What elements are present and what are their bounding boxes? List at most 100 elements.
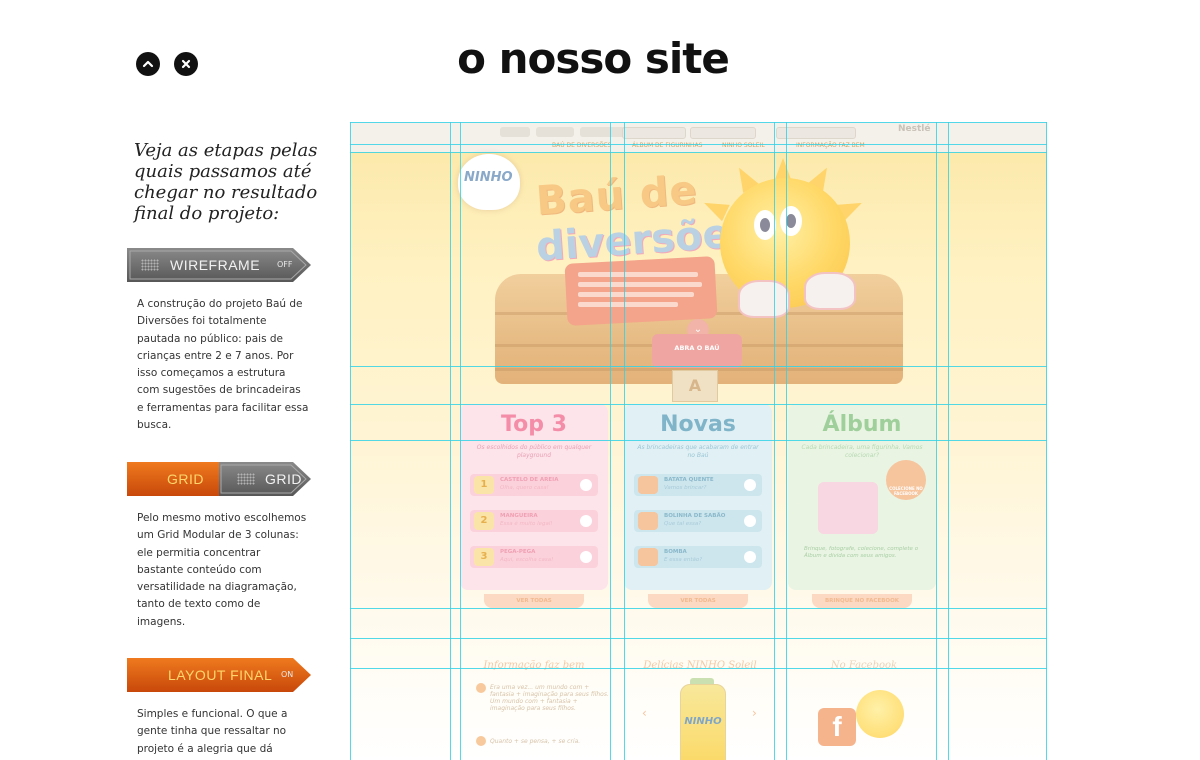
preview-link (500, 127, 530, 137)
rank-icon: 1 (474, 476, 494, 494)
preview-hero-title: Baú de (534, 167, 700, 225)
layout-final-label: LAYOUT FINAL (168, 667, 273, 683)
card-row: 2 MANGUEIRA Essa é muito legal! (470, 510, 598, 532)
card-row-note: Vamos brincar? (664, 485, 707, 491)
preview-article: Quanto + se pensa, + se cria. (490, 738, 581, 745)
preview-nav-item: ÁLBUM DE FIGURINHAS (632, 142, 703, 149)
grip-icon (141, 259, 159, 271)
sun-pupil (760, 218, 770, 232)
preview-nav-item: BAÚ DE DIVERSÕES (552, 142, 612, 149)
preview-card-top3: Top 3 Os escolhidos do público em qualqu… (460, 404, 608, 608)
card-row: 1 CASTELO DE AREIA Olha, quero casa! (470, 474, 598, 496)
bubble-text-line (578, 292, 694, 297)
card-row: BOMBA E essa então? (634, 546, 762, 568)
chevron-right-icon (744, 515, 756, 527)
chevron-right-icon (744, 551, 756, 563)
card-row-note: E essa então? (664, 557, 703, 563)
sun-pupil (786, 214, 796, 228)
grid-line-horizontal (350, 366, 1047, 367)
card-row-title: PEGA-PEGA (500, 549, 536, 555)
preview-sun-small (856, 690, 904, 738)
layout-final-toggle[interactable]: LAYOUT FINAL ON (127, 658, 311, 692)
mascot-shoe (738, 280, 790, 318)
bubble-text-line (578, 272, 698, 277)
game-icon (638, 548, 658, 566)
facebook-badge-label: COLECIONE NO FACEBOOK (889, 486, 923, 496)
preview-speech-bubble (564, 256, 718, 326)
card-row-title: BOLINHA DE SABÃO (664, 513, 726, 519)
card-row: 3 PEGA-PEGA Aqui, escolha casa! (470, 546, 598, 568)
grid-description: Pelo mesmo motivo escolhemos um Grid Mod… (137, 512, 307, 628)
preview-section-title: Delícias NINHO Soleil (643, 660, 757, 671)
album-description: Brinque, fotografe, colecione, complete … (804, 546, 919, 559)
preview-select (690, 127, 756, 139)
grid-line-horizontal (350, 440, 1047, 441)
preview-nav-item: NINHO SOLEIL (722, 142, 765, 149)
grid-line-vertical (610, 122, 611, 760)
grid-line-horizontal (350, 668, 1047, 669)
grid-line-vertical (624, 122, 625, 760)
card-subtitle: Cada brincadeira, uma figurinha. Vamos c… (801, 444, 923, 459)
card-row-title: MANGUEIRA (500, 513, 538, 519)
preview-section-title: Informação faz bem (483, 660, 585, 671)
preview-card-album: Álbum Cada brincadeira, uma figurinha. V… (788, 404, 936, 608)
facebook-icon: f (818, 708, 856, 746)
wireframe-label: WIREFRAME (170, 257, 261, 273)
grid-line-vertical (1046, 122, 1047, 760)
grid-line-horizontal (350, 404, 1047, 405)
card-row-title: BATATA QUENTE (664, 477, 714, 483)
chevron-right-icon (744, 479, 756, 491)
bullet-icon (476, 683, 486, 693)
layout-final-description: Simples e funcional. O que a gente tinha… (137, 708, 288, 755)
grid-line-horizontal (350, 638, 1047, 639)
grid-line-vertical (450, 122, 451, 760)
grid-line-horizontal (350, 152, 1047, 153)
grid-line-vertical (774, 122, 775, 760)
layout-final-state: ON (281, 670, 294, 679)
card-subtitle: Os escolhidos do público em qualquer pla… (476, 444, 592, 459)
preview-link (580, 127, 628, 137)
card-row-note: Que tal essa? (664, 521, 702, 527)
bottle-label: NINHO (684, 716, 722, 727)
preview-brand: Nestlé (898, 124, 931, 134)
rank-icon: 3 (474, 548, 494, 566)
preview-article: Era uma vez... um mundo com + fantasia +… (490, 684, 609, 712)
wireframe-toggle[interactable]: WIREFRAME OFF (127, 248, 311, 282)
intro-text: Veja as etapas pelas quais passamos até … (134, 140, 318, 224)
card-subtitle: As brincadeiras que acabaram de entrar n… (637, 444, 759, 459)
card-row-title: CASTELO DE AREIA (500, 477, 559, 483)
preview-open-label: ABRA O BAÚ (674, 344, 720, 352)
grid-toggle[interactable]: GRID GRID (127, 462, 311, 496)
bullet-icon (476, 736, 486, 746)
card-row-title: BOMBA (664, 549, 687, 555)
mascot-shoe (804, 272, 856, 310)
card-row-note: Olha, quero casa! (500, 485, 549, 491)
bubble-text-line (578, 282, 702, 287)
grid-off-label: GRID (265, 471, 302, 487)
card-row: BATATA QUENTE Vamos brincar? (634, 474, 762, 496)
preview-search (776, 127, 856, 139)
game-icon (638, 512, 658, 530)
wireframe-description: A construção do projeto Baú de Diversões… (137, 298, 309, 432)
chevron-right-icon (580, 551, 592, 563)
chevron-right-icon (580, 479, 592, 491)
game-icon (638, 476, 658, 494)
card-footer: VER TODAS (484, 594, 584, 608)
website-preview: Nestlé BAÚ DE DIVERSÕES ÁLBUM DE FIGURIN… (350, 122, 1047, 760)
card-row-note: Aqui, escolha casa! (500, 557, 554, 563)
preview-card-novas: Novas As brincadeiras que acabaram de en… (624, 404, 772, 608)
grid-line-horizontal (350, 144, 1047, 145)
grid-on-label: GRID (167, 471, 204, 487)
lock-letter: A (688, 376, 702, 395)
grid-line-horizontal (350, 608, 1047, 609)
grid-line-vertical (350, 122, 351, 760)
wireframe-state: OFF (277, 260, 293, 269)
chevron-right-icon (580, 515, 592, 527)
grid-line-vertical (948, 122, 949, 760)
bubble-text-line (578, 302, 678, 307)
grid-line-horizontal (350, 122, 1047, 123)
preview-section-title: No Facebook (830, 660, 898, 671)
preview-nav-item: INFORMAÇÃO FAZ BEM (796, 142, 865, 149)
card-footer: VER TODAS (648, 594, 748, 608)
grid-line-vertical (936, 122, 937, 760)
